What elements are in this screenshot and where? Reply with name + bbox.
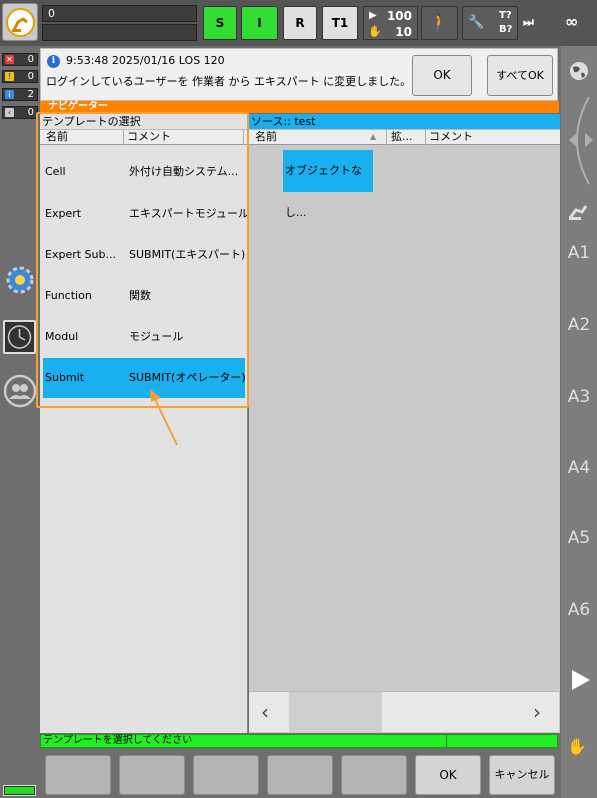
main-menu-button[interactable]	[2, 3, 38, 41]
program-status-field: 0	[42, 5, 197, 22]
column-extension[interactable]: 拡...	[388, 130, 426, 145]
info-icon: i	[5, 90, 14, 99]
empty-object-item[interactable]: オブジェクトなし...	[283, 150, 373, 219]
submit-interpreter-button[interactable]: S	[203, 6, 237, 40]
column-comment[interactable]: コメント	[426, 130, 560, 145]
play-icon: ▶	[369, 10, 377, 21]
program-progress-bar	[42, 24, 197, 41]
jog-override-value: 10	[395, 25, 412, 39]
status-text: テンプレートを選択してください	[43, 735, 193, 746]
scroll-thumb[interactable]	[289, 692, 382, 732]
annotation-arrow-icon	[150, 389, 178, 446]
walking-person-icon: 🚶	[429, 13, 450, 32]
status-divider	[446, 735, 447, 747]
sort-arrow-icon: ▲	[370, 132, 377, 141]
axis-a4-label[interactable]: A4	[561, 458, 597, 478]
source-pane-title: ソース:: test	[249, 114, 560, 129]
incremental-jog-button[interactable]: ⏭ ∞	[521, 6, 595, 40]
clock-icon[interactable]	[3, 320, 36, 354]
message-window: i 9:53:48 2025/01/16 LOS 120 ログインしているユーザ…	[40, 48, 558, 101]
info-message-count[interactable]: i 2	[2, 88, 38, 101]
horizontal-scrollbar[interactable]: ‹ ›	[249, 691, 559, 732]
softkey-5[interactable]	[341, 755, 407, 795]
source-column-header: 名前 ▲ 拡... コメント	[249, 129, 560, 145]
warning-message-count[interactable]: ! 0	[2, 70, 38, 83]
error-message-count[interactable]: ✕ 0	[2, 53, 38, 66]
cancel-button[interactable]: キャンセル	[489, 755, 555, 795]
active-tool-base-button[interactable]: 🔧 T? B?	[462, 6, 518, 40]
program-override-value: 100	[386, 9, 412, 23]
base-value: B?	[499, 24, 513, 35]
error-icon: ✕	[5, 55, 14, 64]
start-play-icon[interactable]	[570, 668, 592, 692]
info-icon: i	[47, 55, 60, 68]
status-bar: テンプレートを選択してください	[40, 734, 558, 748]
softkey-4[interactable]	[267, 755, 333, 795]
operating-mode-button[interactable]: T1	[322, 6, 358, 40]
softkey-2[interactable]	[119, 755, 185, 795]
drives-button[interactable]: I	[241, 6, 278, 40]
user-group-icon[interactable]	[3, 374, 37, 408]
ok-button[interactable]: OK	[415, 755, 481, 795]
hand-jog-icon[interactable]: ✋	[567, 737, 593, 761]
message-all-ok-button[interactable]: すべてOK	[487, 55, 553, 96]
softkey-3[interactable]	[193, 755, 259, 795]
jog-tool-icon[interactable]	[566, 200, 592, 222]
settings-gear-icon[interactable]	[4, 264, 36, 296]
override-button[interactable]: ▶ 100 ✋ 10	[363, 6, 418, 40]
dialog-icon: ‹	[5, 108, 14, 117]
robot-interpreter-button[interactable]: R	[283, 6, 317, 40]
scroll-left-icon[interactable]: ‹	[261, 700, 269, 724]
axis-a2-label[interactable]: A2	[561, 315, 597, 335]
message-timestamp: 9:53:48 2025/01/16 LOS 120	[66, 54, 225, 67]
message-ok-button[interactable]: OK	[412, 55, 472, 96]
axis-a6-label[interactable]: A6	[561, 600, 597, 620]
jog-space-mouse-icon[interactable]	[563, 93, 597, 188]
warning-icon: !	[5, 72, 14, 81]
incremental-value: ∞	[565, 12, 579, 31]
run-mode-button[interactable]: 🚶	[421, 6, 458, 40]
dialog-message-count[interactable]: ‹ 0	[2, 106, 38, 119]
battery-icon	[3, 785, 36, 796]
globe-icon[interactable]	[566, 58, 592, 84]
jog-hand-icon: ✋	[368, 25, 382, 38]
highlight-frame	[36, 112, 249, 408]
softkey-1[interactable]	[45, 755, 111, 795]
axis-a3-label[interactable]: A3	[561, 387, 597, 407]
tool-icon: 🔧	[468, 15, 485, 30]
axis-a1-label[interactable]: A1	[561, 243, 597, 263]
source-pane: ソース:: test 名前 ▲ 拡... コメント オブジェクトなし...	[249, 114, 560, 733]
scroll-right-icon[interactable]: ›	[533, 700, 541, 724]
robot-icon	[6, 8, 35, 37]
fast-forward-icon: ⏭	[523, 15, 534, 29]
axis-a5-label[interactable]: A5	[561, 528, 597, 548]
message-text: ログインしているユーザーを 作業者 から エキスパート に変更しました。	[46, 75, 412, 88]
